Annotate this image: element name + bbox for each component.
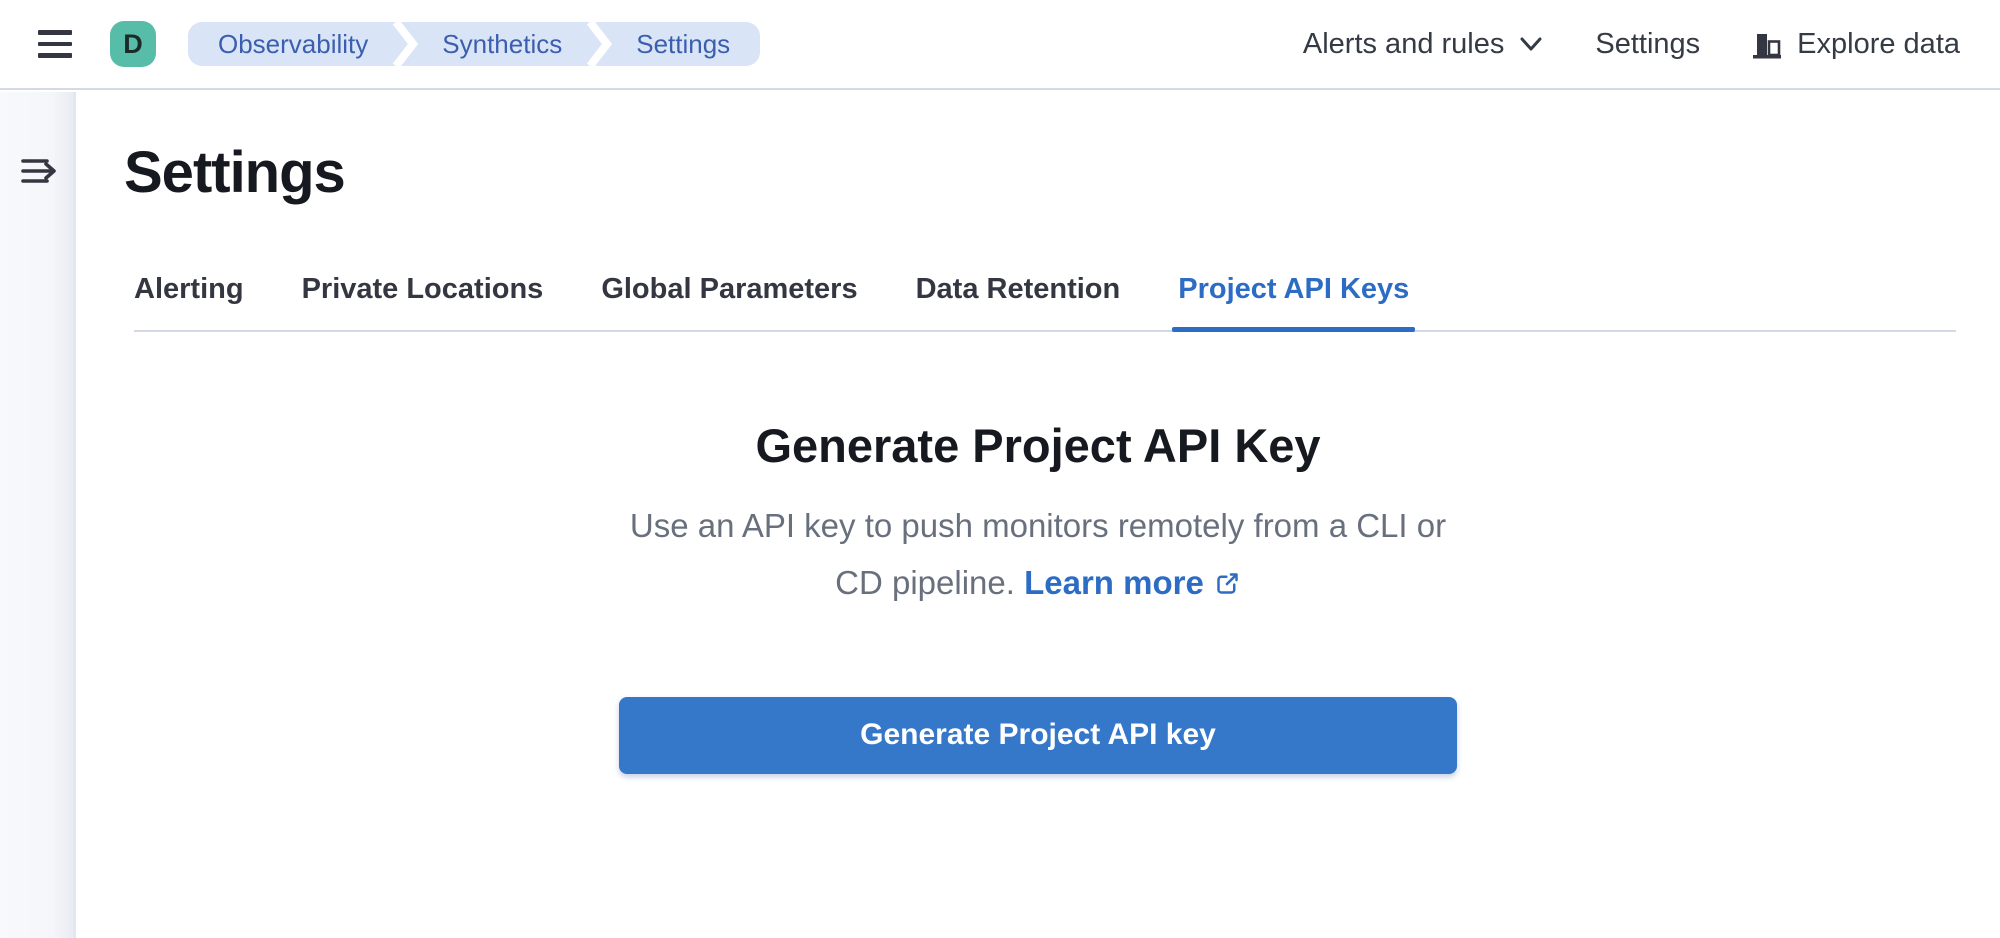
collapsed-sidebar — [0, 92, 76, 938]
tab-private-locations[interactable]: Private Locations — [302, 273, 544, 330]
description-line-1: Use an API key to push monitors remotely… — [630, 507, 1446, 544]
generate-api-key-button[interactable]: Generate Project API key — [619, 697, 1457, 774]
chevron-down-icon — [1517, 30, 1545, 58]
settings-link-label: Settings — [1595, 28, 1700, 61]
hamburger-menu-icon[interactable] — [38, 24, 78, 64]
main-content: Settings Alerting Private Locations Glob… — [76, 92, 2000, 938]
tab-alerting[interactable]: Alerting — [134, 273, 244, 330]
breadcrumb-item-settings[interactable]: Settings — [612, 22, 760, 66]
menu-right-icon — [20, 155, 60, 187]
page-title: Settings — [124, 140, 2000, 207]
learn-more-link[interactable]: Learn more — [1024, 564, 1241, 601]
breadcrumb: Observability Synthetics Settings — [188, 22, 760, 66]
alerts-and-rules-label: Alerts and rules — [1303, 28, 1505, 61]
bar-chart-icon — [1750, 27, 1784, 61]
description-line-2: CD pipeline. — [835, 564, 1015, 601]
generate-api-key-panel: Generate Project API Key Use an API key … — [76, 418, 2000, 774]
panel-description: Use an API key to push monitors remotely… — [76, 497, 2000, 611]
breadcrumb-chevron-icon — [392, 22, 418, 66]
settings-link[interactable]: Settings — [1595, 28, 1700, 61]
tab-data-retention[interactable]: Data Retention — [916, 273, 1121, 330]
avatar-letter: D — [123, 29, 143, 60]
panel-heading: Generate Project API Key — [76, 418, 2000, 473]
learn-more-label: Learn more — [1024, 564, 1204, 601]
explore-data-link[interactable]: Explore data — [1750, 27, 1960, 61]
header-actions: Alerts and rules Settings Explore data — [1303, 27, 1960, 61]
external-link-icon — [1214, 570, 1241, 597]
top-header: D Observability Synthetics Settings Aler… — [0, 0, 2000, 90]
settings-tabs: Alerting Private Locations Global Parame… — [134, 273, 1956, 332]
tab-global-parameters[interactable]: Global Parameters — [601, 273, 857, 330]
breadcrumb-chevron-icon — [586, 22, 612, 66]
breadcrumb-item-synthetics[interactable]: Synthetics — [418, 22, 586, 66]
expand-sidebar-button[interactable] — [20, 154, 60, 188]
explore-data-label: Explore data — [1797, 28, 1960, 61]
tab-project-api-keys[interactable]: Project API Keys — [1178, 273, 1409, 330]
space-avatar[interactable]: D — [110, 21, 156, 67]
alerts-and-rules-menu[interactable]: Alerts and rules — [1303, 28, 1546, 61]
breadcrumb-item-observability[interactable]: Observability — [188, 22, 392, 66]
